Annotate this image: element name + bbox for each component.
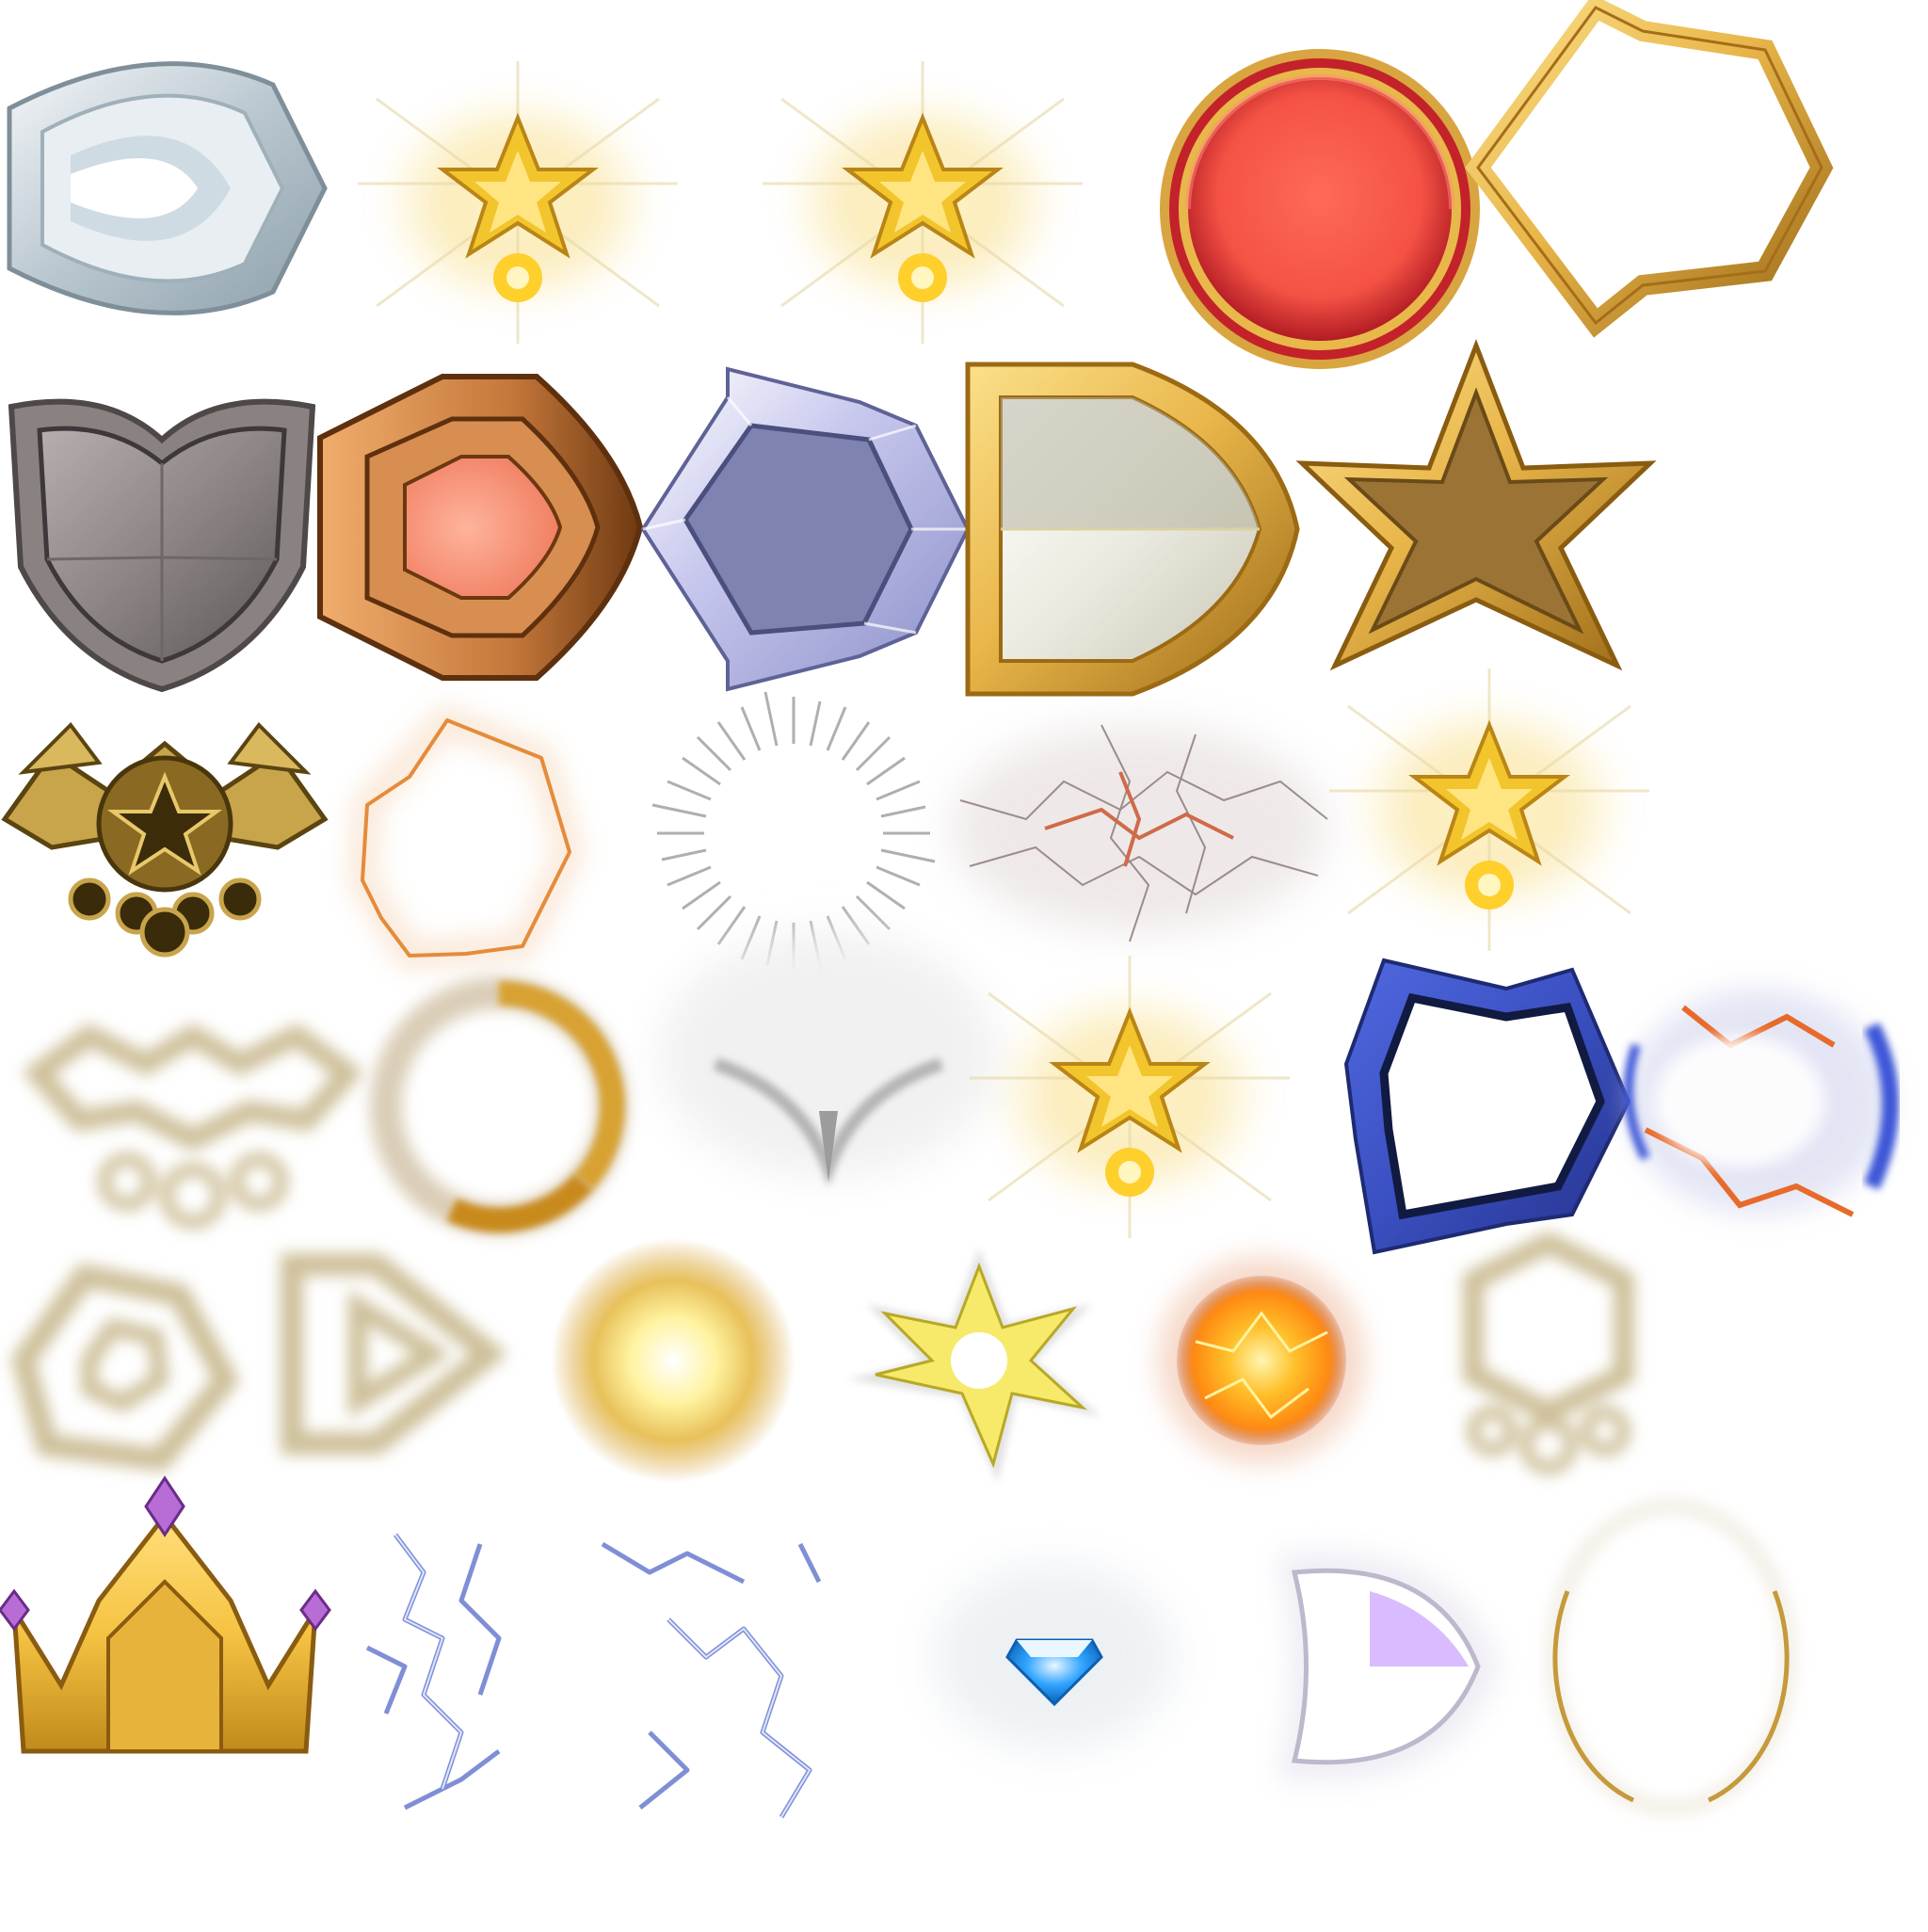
bronze-shield: [317, 374, 644, 681]
gold-star-glow-c: [1329, 668, 1649, 951]
gold-star-glow-d: [970, 956, 1290, 1238]
red-circle-badge: [1160, 49, 1480, 369]
hexagon-ring-glow: [1463, 1231, 1634, 1474]
yellow-star-burst: [847, 1248, 1101, 1483]
red-lightning-cloud: [951, 724, 1328, 942]
lavender-pentagon-shield: [640, 366, 971, 692]
atlas-canvas: [0, 0, 1899, 1819]
gold-star-glow-b: [763, 61, 1083, 344]
gold-star-glow-a: [358, 61, 678, 344]
blue-electric-cracks-a: [365, 1533, 502, 1811]
silver-shield-badge: [7, 61, 328, 315]
blue-pentagon-frame: [1343, 958, 1631, 1255]
pentagon-glow-outline: [10, 1263, 240, 1472]
iron-heart-shield: [8, 398, 316, 693]
gold-white-shield: [965, 362, 1300, 697]
gold-star-badge: [1295, 339, 1657, 671]
white-v-glow: [659, 932, 998, 1186]
purple-glow-shield: [1276, 1551, 1502, 1782]
fire-orb: [1158, 1257, 1365, 1464]
wing-glow-silhouette: [22, 1023, 364, 1229]
gold-sun-orb: [551, 1238, 795, 1483]
sprite-atlas: [0, 0, 1928, 1928]
blue-electric-cracks-b: [601, 1541, 822, 1819]
blue-diamond-gem: [932, 1563, 1177, 1751]
orange-crackle-ring: [349, 705, 583, 969]
winged-star-emblem: [1, 721, 329, 958]
radial-burst-ring: [651, 691, 936, 975]
gold-thin-ring: [1546, 1499, 1796, 1815]
gold-crown: [0, 1475, 331, 1754]
triangle-glow-outline: [281, 1253, 508, 1455]
gold-glow-ring: [370, 977, 628, 1235]
gold-pentagon-frame: [1465, 0, 1834, 338]
blue-orange-explosion: [1624, 989, 1899, 1217]
